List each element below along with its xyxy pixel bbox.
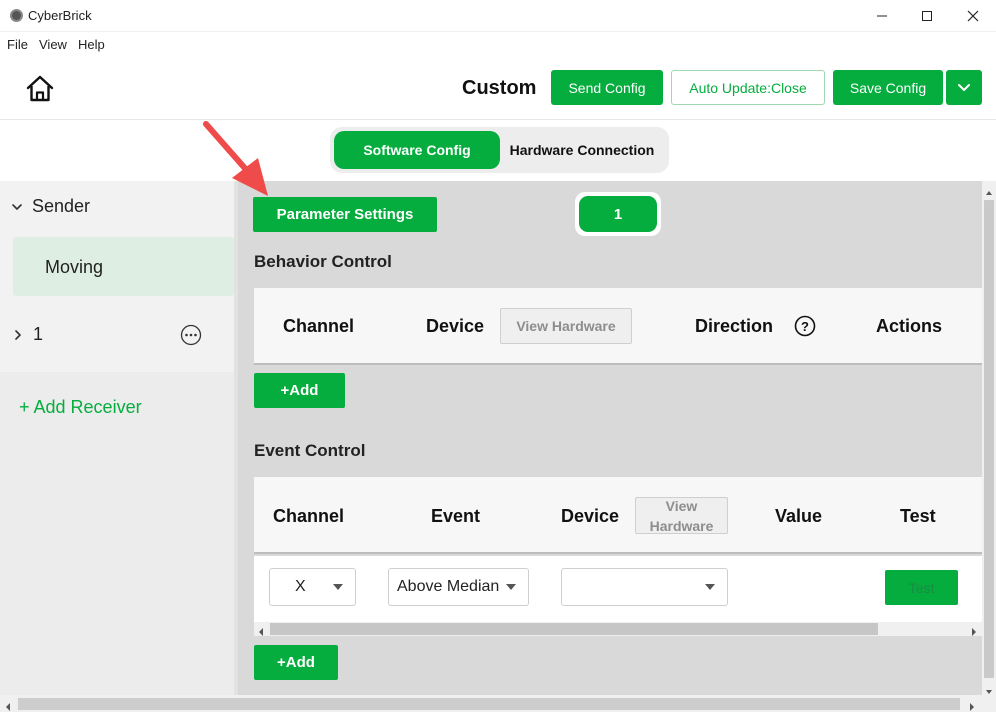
channel-select[interactable]: X [269,568,356,606]
scroll-right-icon[interactable] [970,624,978,642]
parameter-settings-button[interactable]: Parameter Settings [253,197,437,232]
sidebar-receiver-label[interactable]: 1 [33,324,43,345]
title-bar [0,0,996,32]
behavior-header-device: Device [426,316,485,336]
maximize-icon[interactable] [904,0,950,32]
minimize-icon[interactable] [859,0,905,32]
vertical-scroll-thumb[interactable] [984,200,994,678]
caret-down-icon [506,584,516,590]
event-view-hardware-button[interactable]: View Hardware [635,497,728,534]
table-scroll-thumb[interactable] [270,623,878,635]
sidebar-footer [0,372,234,695]
app-logo-icon [10,9,23,22]
horizontal-scroll-thumb[interactable] [18,698,960,710]
channel-badge[interactable]: 1 [579,196,657,232]
event-select-value: Above Median [397,578,500,595]
event-header-device: Device [561,506,620,526]
caret-down-icon [333,584,343,590]
auto-update-button[interactable]: Auto Update:Close [671,70,825,105]
behavior-view-hardware-button[interactable]: View Hardware [500,308,632,344]
window-title: CyberBrick [28,8,92,23]
behavior-add-button[interactable]: +Add [254,373,345,408]
scroll-left-icon[interactable] [4,699,12,712]
menu-help[interactable]: Help [78,37,105,52]
event-header-value: Value [775,506,823,526]
more-options-icon[interactable] [180,324,202,351]
sidebar-item-moving-label: Moving [45,257,104,277]
tab-hardware-connection[interactable]: Hardware Connection [499,131,665,169]
event-header-channel: Channel [273,506,345,526]
menu-view[interactable]: View [39,37,67,52]
svg-text:?: ? [801,319,809,334]
device-select[interactable] [561,568,728,606]
scroll-right-icon[interactable] [968,699,976,712]
event-add-button[interactable]: +Add [254,645,338,680]
chevron-right-icon[interactable] [12,328,24,346]
test-button[interactable]: Test [885,570,958,605]
event-header-event: Event [431,506,481,526]
help-icon[interactable]: ? [794,315,816,342]
behavior-header-actions: Actions [876,316,943,336]
menu-bar [0,32,996,56]
close-icon[interactable] [950,0,996,32]
event-header-test: Test [900,506,936,526]
save-config-button[interactable]: Save Config [833,70,943,105]
behavior-control-title: Behavior Control [254,252,392,271]
chevron-down-icon [958,83,970,91]
scroll-left-icon[interactable] [257,624,265,642]
behavior-header-channel: Channel [283,316,355,336]
add-receiver-button[interactable]: + Add Receiver [19,397,142,418]
tab-software-config[interactable]: Software Config [334,131,500,169]
page-title: Custom [462,77,537,99]
caret-down-icon [705,584,715,590]
event-select[interactable]: Above Median [388,568,529,606]
home-icon[interactable] [24,74,56,104]
event-control-title: Event Control [254,441,366,460]
behavior-header-direction: Direction [695,316,774,336]
chevron-down-icon[interactable] [11,200,23,218]
send-config-button[interactable]: Send Config [551,70,663,105]
sidebar-sender-label[interactable]: Sender [32,196,90,217]
annotation-arrow-icon [198,118,278,205]
save-options-dropdown[interactable] [946,70,982,105]
menu-file[interactable]: File [7,37,28,52]
channel-select-value: X [295,578,306,595]
